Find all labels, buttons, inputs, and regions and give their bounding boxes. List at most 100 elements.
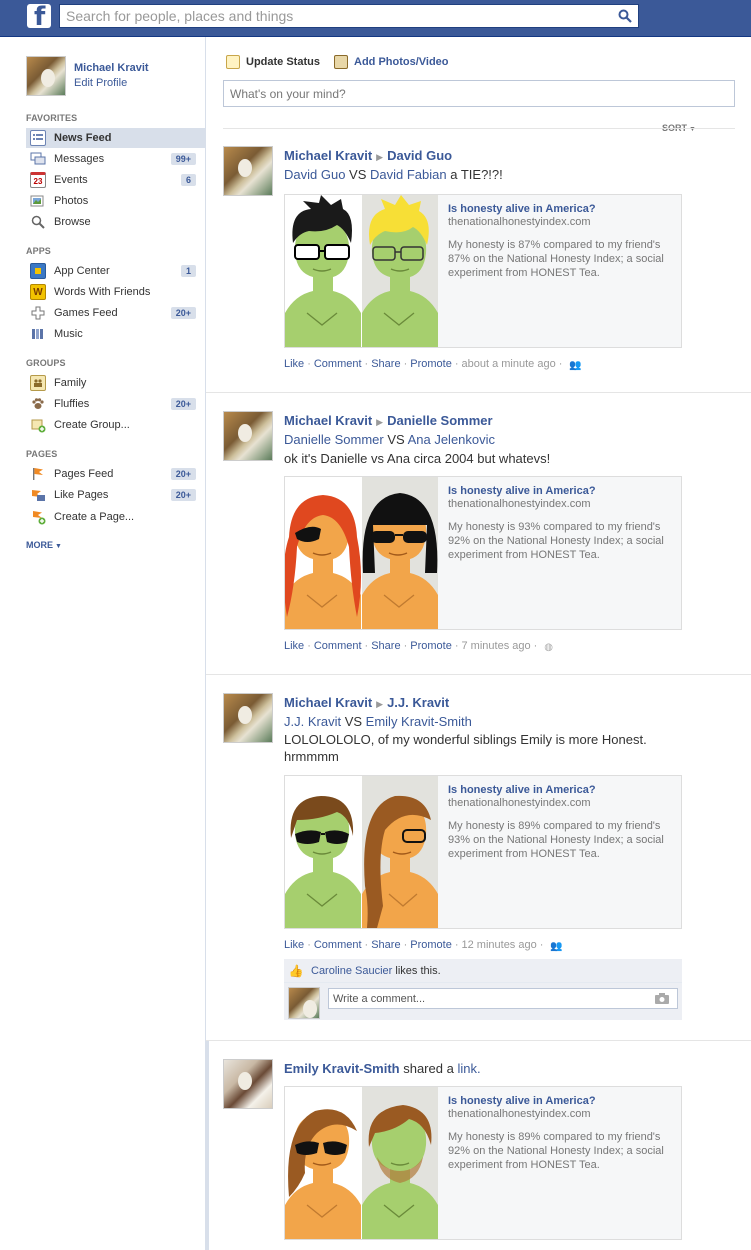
like-link[interactable]: Like [284,640,304,652]
camera-icon [334,55,348,69]
promote-link[interactable]: Promote [410,358,452,370]
sidebar-item-music[interactable]: Music [26,324,198,344]
profile-name[interactable]: Michael Kravit [74,62,149,74]
target-link[interactable]: J.J. Kravit [387,695,449,710]
sidebar-item-browse[interactable]: Browse [26,212,198,232]
story-avatar[interactable] [223,693,273,743]
profile-avatar[interactable] [26,56,66,96]
vs-person-a-link[interactable]: Danielle Sommer [284,432,384,447]
sidebar-item-photos[interactable]: Photos [26,191,198,211]
status-input-box[interactable] [223,80,735,107]
story-header: Michael Kravit ▶ J.J. Kravit [284,695,449,710]
liker-link[interactable]: Caroline Saucier [311,965,392,977]
sidebar-item-create-group[interactable]: Create Group... [26,415,198,435]
messages-icon [30,151,46,167]
timestamp[interactable]: 7 minutes ago [462,640,531,652]
comment-input[interactable] [329,989,677,1008]
games-icon [30,305,46,321]
more-link[interactable]: MORE ▼ [26,540,62,550]
link-thumbnail[interactable] [285,195,438,347]
search-input[interactable] [60,5,600,27]
story-avatar[interactable] [223,1059,273,1109]
like-link[interactable]: Like [284,939,304,951]
link-title[interactable]: Is honesty alive in America? [448,784,676,796]
divider [223,128,735,129]
messages-count-badge: 99+ [170,153,196,165]
link-thumbnail[interactable] [285,477,438,629]
magnifier-icon[interactable] [618,9,632,23]
story-message: ok it's Danielle vs Ana circa 2004 but w… [284,451,551,466]
status-input[interactable] [224,81,734,106]
sidebar-item-messages[interactable]: Messages 99+ [26,149,198,169]
sidebar-item-games-feed[interactable]: Games Feed 20+ [26,303,198,323]
link-title[interactable]: Is honesty alive in America? [448,203,676,215]
timestamp[interactable]: about a minute ago [462,358,556,370]
divider [206,392,751,393]
actor-link[interactable]: Michael Kravit [284,148,372,163]
edit-profile-link[interactable]: Edit Profile [74,77,127,89]
news-feed-icon [30,130,46,146]
link-thumbnail[interactable] [285,1087,438,1239]
sidebar-item-words-with-friends[interactable]: W Words With Friends [26,282,198,302]
story-avatar[interactable] [223,146,273,196]
link-description: My honesty is 89% compared to my friend'… [448,1131,664,1171]
sidebar-item-fluffies[interactable]: Fluffies 20+ [26,394,198,414]
actor-link[interactable]: Emily Kravit-Smith [284,1061,400,1076]
story-avatar[interactable] [223,411,273,461]
sidebar-item-family[interactable]: Family [26,373,198,393]
sidebar-item-like-pages[interactable]: Like Pages 20+ [26,485,198,505]
commenter-avatar [288,987,320,1019]
share-link[interactable]: Share [371,640,400,652]
actor-link[interactable]: Michael Kravit [284,695,372,710]
comment-link[interactable]: Comment [314,939,362,951]
add-photos-tab[interactable]: Add Photos/Video [334,55,449,69]
comment-link[interactable]: Comment [314,640,362,652]
vs-person-b-link[interactable]: Ana Jelenkovic [408,432,495,447]
actor-link[interactable]: Michael Kravit [284,413,372,428]
target-link[interactable]: David Guo [387,148,452,163]
vs-person-b-link[interactable]: David Fabian [370,167,447,182]
sidebar-item-events[interactable]: 23 Events 6 [26,170,198,190]
search-box[interactable] [59,4,639,28]
shared-link-card[interactable]: Is honesty alive in America? thenational… [284,194,682,348]
vs-person-a-link[interactable]: J.J. Kravit [284,714,341,729]
sidebar-item-app-center[interactable]: App Center 1 [26,261,198,281]
link-title[interactable]: Is honesty alive in America? [448,485,676,497]
globe-audience-icon[interactable]: ◍ [544,642,554,653]
vs-person-a-link[interactable]: David Guo [284,167,345,182]
promote-link[interactable]: Promote [410,939,452,951]
camera-icon[interactable] [655,993,669,1004]
sidebar-item-pages-feed[interactable]: Pages Feed 20+ [26,464,198,484]
target-link[interactable]: Danielle Sommer [387,413,493,428]
story-header: Michael Kravit ▶ Danielle Sommer [284,413,493,428]
friends-audience-icon[interactable]: 👥 [550,941,562,952]
vs-person-b-link[interactable]: Emily Kravit-Smith [366,714,472,729]
left-sidebar: Michael Kravit Edit Profile FAVORITES Ne… [0,37,206,1250]
shared-link-card[interactable]: Is honesty alive in America? thenational… [284,775,682,929]
share-link[interactable]: Share [371,358,400,370]
shared-link-link[interactable]: link. [457,1061,480,1076]
comment-link[interactable]: Comment [314,358,362,370]
create-page-icon [30,509,46,525]
events-count-badge: 6 [180,174,196,186]
comment-box[interactable] [328,988,678,1009]
shared-link-card[interactable]: Is honesty alive in America? thenational… [284,1086,682,1240]
facebook-logo[interactable]: f [27,4,51,28]
link-thumbnail[interactable] [285,776,438,928]
link-title[interactable]: Is honesty alive in America? [448,1095,676,1107]
friends-audience-icon[interactable]: 👥 [569,360,581,371]
create-group-icon [30,417,46,433]
promote-link[interactable]: Promote [410,640,452,652]
story-header: Emily Kravit-Smith shared a link. [284,1061,481,1076]
like-link[interactable]: Like [284,358,304,370]
pages-feed-count-badge: 20+ [170,468,196,480]
share-link[interactable]: Share [371,939,400,951]
timestamp[interactable]: 12 minutes ago [462,939,537,951]
like-pages-icon [30,487,46,503]
favorites-heading: FAVORITES [26,113,78,123]
sidebar-item-create-page[interactable]: Create a Page... [26,507,198,527]
update-status-tab[interactable]: Update Status [226,55,320,69]
sidebar-item-news-feed[interactable]: News Feed [26,128,206,148]
shared-link-card[interactable]: Is honesty alive in America? thenational… [284,476,682,630]
app-center-count-badge: 1 [180,265,196,277]
